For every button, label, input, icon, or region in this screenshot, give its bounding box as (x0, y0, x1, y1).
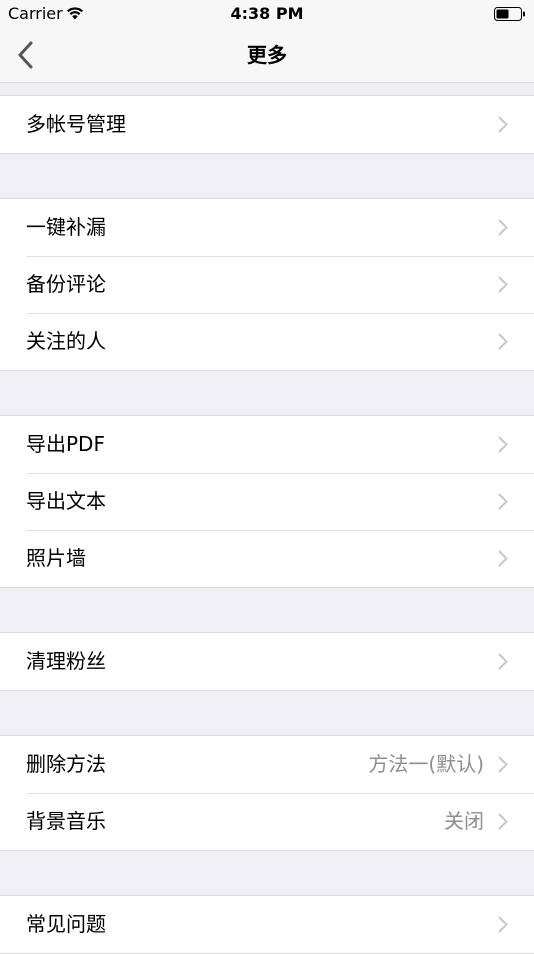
settings-group-preferences: 删除方法 方法一(默认) 背景音乐 关闭 (0, 735, 534, 851)
battery-icon (494, 6, 526, 21)
settings-group-accounts: 多帐号管理 (0, 95, 534, 154)
row-faq[interactable]: 常见问题 (0, 896, 534, 953)
chevron-right-icon (498, 813, 508, 830)
status-bar: Carrier 4:38 PM (0, 0, 534, 28)
chevron-right-icon (498, 756, 508, 773)
row-background-music[interactable]: 背景音乐 关闭 (0, 793, 534, 850)
row-account-management[interactable]: 多帐号管理 (0, 96, 534, 153)
row-clean-fans[interactable]: 清理粉丝 (0, 633, 534, 690)
row-value: 方法一(默认) (368, 752, 484, 776)
page-title: 更多 (247, 43, 287, 67)
chevron-right-icon (498, 436, 508, 453)
chevron-right-icon (498, 116, 508, 133)
settings-group-help: 常见问题 (0, 895, 534, 954)
chevron-right-icon (498, 276, 508, 293)
row-one-click-fill[interactable]: 一键补漏 (0, 199, 534, 256)
row-delete-method[interactable]: 删除方法 方法一(默认) (0, 736, 534, 793)
row-value: 关闭 (444, 809, 484, 833)
row-label: 多帐号管理 (26, 112, 126, 136)
chevron-right-icon (498, 653, 508, 670)
row-label: 关注的人 (26, 329, 106, 353)
row-label: 照片墙 (26, 546, 86, 570)
row-label: 常见问题 (26, 912, 106, 936)
row-label: 删除方法 (26, 752, 106, 776)
settings-list: 多帐号管理 一键补漏 备份评论 关注的人 导出PDF 导出文本 照片墙 清理粉丝… (0, 83, 534, 954)
row-export-text[interactable]: 导出文本 (0, 473, 534, 530)
row-label: 清理粉丝 (26, 649, 106, 673)
chevron-right-icon (498, 916, 508, 933)
row-export-pdf[interactable]: 导出PDF (0, 416, 534, 473)
row-backup-comments[interactable]: 备份评论 (0, 256, 534, 313)
chevron-right-icon (498, 219, 508, 236)
navigation-bar: 更多 (0, 28, 534, 83)
status-time: 4:38 PM (230, 4, 304, 23)
row-label: 背景音乐 (26, 809, 106, 833)
row-followed-people[interactable]: 关注的人 (0, 313, 534, 370)
row-label: 导出文本 (26, 489, 106, 513)
chevron-right-icon (498, 333, 508, 350)
settings-group-export: 导出PDF 导出文本 照片墙 (0, 415, 534, 588)
chevron-right-icon (498, 493, 508, 510)
settings-group-backup: 一键补漏 备份评论 关注的人 (0, 198, 534, 371)
row-label: 备份评论 (26, 272, 106, 296)
row-label: 一键补漏 (26, 215, 106, 239)
chevron-right-icon (498, 550, 508, 567)
row-photo-wall[interactable]: 照片墙 (0, 530, 534, 587)
row-label: 导出PDF (26, 432, 105, 456)
settings-group-fans: 清理粉丝 (0, 632, 534, 691)
